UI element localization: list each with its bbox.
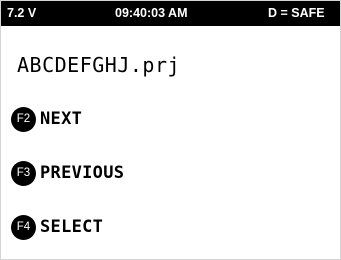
project-file-name: ABCDEFGHJ.prj bbox=[17, 53, 181, 77]
device-screen: 7.2 V 09:40:03 AM D = SAFE ABCDEFGHJ.prj… bbox=[0, 0, 341, 260]
next-label: NEXT bbox=[40, 109, 83, 129]
previous-label: PREVIOUS bbox=[40, 163, 125, 183]
next-option[interactable]: F2 NEXT bbox=[11, 106, 82, 132]
clock-time: 09:40:03 AM bbox=[115, 6, 188, 20]
mode-indicator: D = SAFE bbox=[268, 6, 325, 20]
status-bar: 7.2 V 09:40:03 AM D = SAFE bbox=[1, 1, 340, 26]
select-label: SELECT bbox=[40, 217, 104, 237]
f3-key-badge[interactable]: F3 bbox=[11, 160, 36, 186]
battery-voltage: 7.2 V bbox=[7, 6, 37, 20]
f4-key-badge[interactable]: F4 bbox=[11, 214, 36, 240]
f2-key-badge[interactable]: F2 bbox=[11, 106, 36, 132]
select-option[interactable]: F4 SELECT bbox=[11, 214, 103, 240]
previous-option[interactable]: F3 PREVIOUS bbox=[11, 160, 124, 186]
